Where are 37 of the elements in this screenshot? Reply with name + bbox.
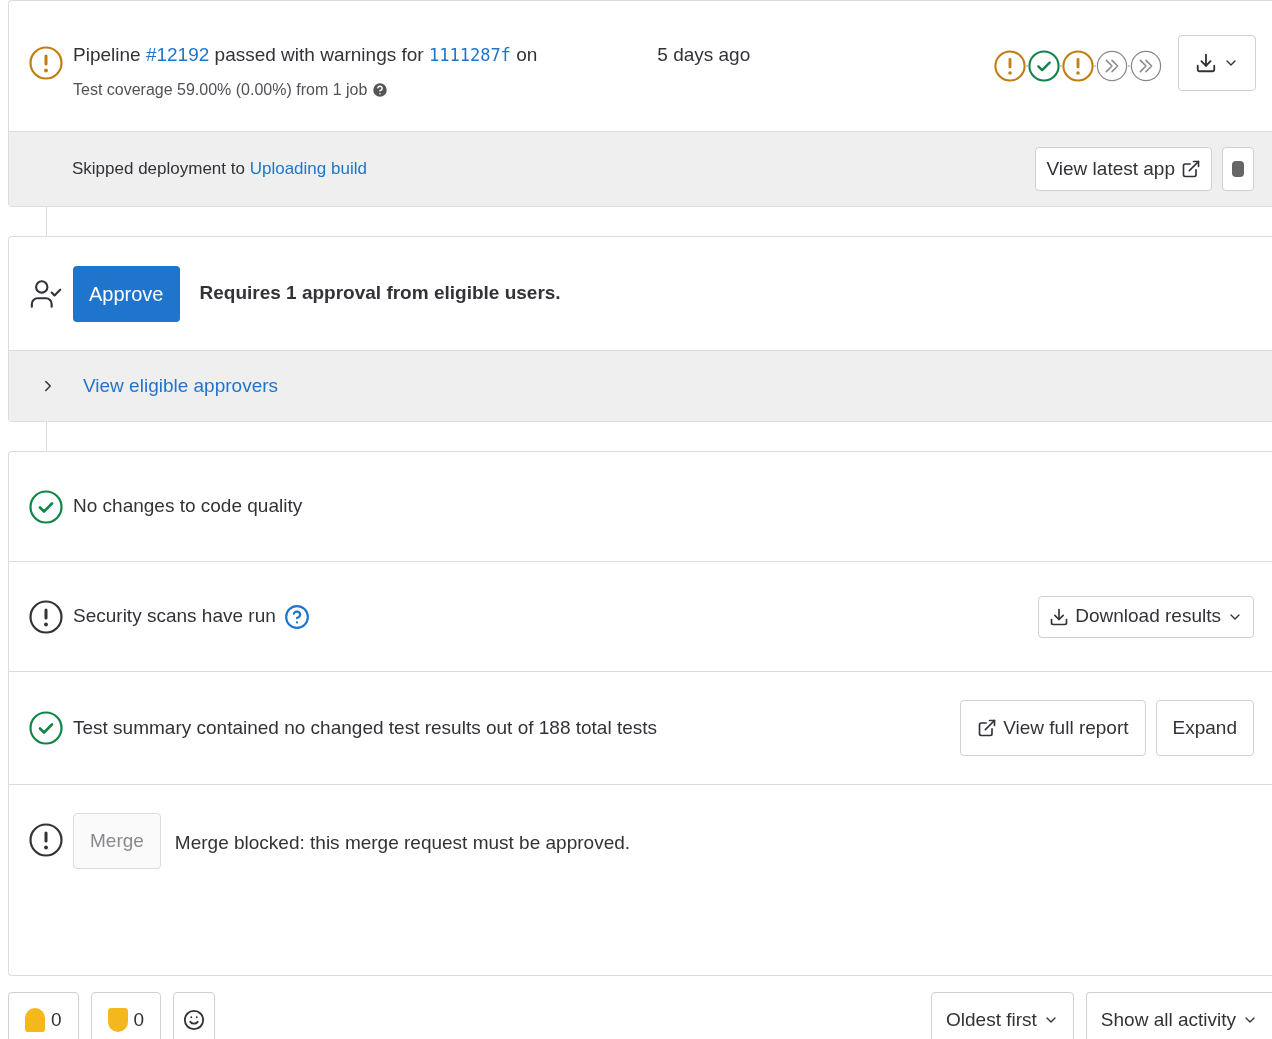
sort-dropdown[interactable]: Oldest first <box>931 992 1074 1039</box>
stop-button[interactable] <box>1222 147 1254 191</box>
artifacts-dropdown[interactable] <box>1178 35 1256 91</box>
help-icon[interactable] <box>283 603 310 630</box>
report-summary: Test summary contained no changed test results out of 188 total tests <box>73 715 658 740</box>
approve-button[interactable]: Approve <box>73 265 180 322</box>
pipeline-link[interactable]: #12192 <box>145 44 210 65</box>
environment-link[interactable]: Uploading build <box>249 159 367 179</box>
report-summary: Security scans have run <box>73 604 276 629</box>
pipeline-stage-button[interactable] <box>1062 50 1094 82</box>
external-link-icon <box>977 718 998 738</box>
expand-button[interactable]: Expand <box>1155 700 1254 756</box>
download-results-dropdown[interactable]: Download results <box>1038 595 1254 638</box>
view-latest-app-button[interactable]: View latest app <box>1035 147 1212 191</box>
reaction-button[interactable]: 0 <box>8 992 79 1039</box>
eligible-approvers-link[interactable]: View eligible approvers <box>83 371 279 401</box>
pipeline-stage-button[interactable] <box>1028 50 1060 82</box>
pipeline-stage-button[interactable] <box>994 50 1026 82</box>
report-summary: No changes to code quality <box>73 494 303 519</box>
coverage-text: Test coverage 59.00% (0.00%) from 1 job <box>73 79 368 100</box>
emoji-button[interactable] <box>173 992 216 1039</box>
download-icon <box>1195 52 1217 74</box>
commit-link[interactable]: 1111287f <box>428 45 511 65</box>
merge-status-text: Merge blocked: this merge request must be approved. <box>174 831 631 855</box>
smiley-icon <box>183 1009 206 1031</box>
pipeline-stage-button[interactable] <box>1130 50 1162 82</box>
pipeline-stage-button[interactable] <box>1096 50 1128 82</box>
activity-filter-dropdown[interactable]: Show all activity <box>1085 992 1272 1039</box>
reaction-button[interactable]: 0 <box>90 992 162 1039</box>
external-link-icon <box>1181 159 1201 179</box>
pipeline-summary: Pipeline #12192 passed with warnings for 1111287f on <box>73 43 538 67</box>
pipeline-time: 5 days ago <box>657 43 751 67</box>
stop-icon <box>1232 161 1244 177</box>
download-icon <box>1049 606 1070 627</box>
deployment-text: Skipped deployment to Uploading build <box>72 158 367 181</box>
approval-requirement: Requires 1 approval from eligible users. <box>199 281 561 306</box>
view-full-report-button[interactable]: View full report <box>960 700 1146 756</box>
